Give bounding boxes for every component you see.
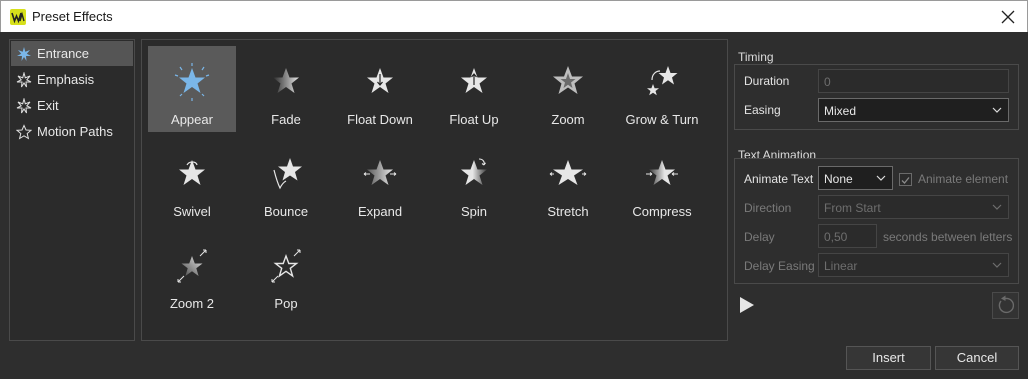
duration-label: Duration xyxy=(744,74,790,88)
expand-star-icon xyxy=(363,160,397,185)
effect-tile-fade[interactable]: Fade xyxy=(242,46,330,132)
stretch-star-icon xyxy=(549,160,587,185)
star-burst-icon xyxy=(17,47,31,61)
reset-preview-button[interactable] xyxy=(992,292,1019,319)
animate-text-label: Animate Text xyxy=(744,172,814,186)
grow-turn-star-icon xyxy=(647,66,678,96)
preset-effects-dialog: Entrance Emphasis Exit Motion Paths Appe… xyxy=(0,32,1028,379)
category-item-emphasis[interactable]: Emphasis xyxy=(11,67,133,92)
play-icon xyxy=(740,297,754,313)
effect-tile-expand[interactable]: Expand xyxy=(336,138,424,224)
delay-input[interactable]: 0,50 xyxy=(818,224,877,248)
timing-group-title: Timing xyxy=(738,50,774,64)
appear-star-icon xyxy=(174,63,210,101)
swivel-star-icon xyxy=(179,160,205,185)
easing-label: Easing xyxy=(744,103,781,117)
chevron-down-icon xyxy=(992,204,1002,210)
close-button[interactable] xyxy=(997,6,1019,28)
effect-tile-float-down[interactable]: Float Down xyxy=(336,46,424,132)
animate-element-label: Animate element xyxy=(918,172,1009,186)
effects-grid: Appear Fade Float Down Float Up Zoom Gro… xyxy=(141,39,728,341)
bounce-star-icon xyxy=(273,158,302,190)
star-outline-icon xyxy=(16,98,32,114)
direction-select[interactable]: From Start xyxy=(818,195,1009,219)
effect-tile-spin[interactable]: Spin xyxy=(430,138,518,224)
delay-easing-label: Delay Easing xyxy=(744,259,815,273)
animate-element-checkbox[interactable] xyxy=(899,173,912,186)
cancel-button[interactable]: Cancel xyxy=(935,346,1019,370)
chevron-down-icon xyxy=(992,107,1002,113)
play-preview-button[interactable] xyxy=(739,296,755,314)
effect-tile-float-up[interactable]: Float Up xyxy=(430,46,518,132)
star-outline-icon xyxy=(16,124,32,140)
pop-star-icon xyxy=(271,249,301,283)
chevron-down-icon xyxy=(876,175,886,181)
insert-button[interactable]: Insert xyxy=(846,346,931,370)
app-logo-icon xyxy=(10,9,26,25)
category-list: Entrance Emphasis Exit Motion Paths xyxy=(9,39,135,341)
title-bar: Preset Effects xyxy=(0,0,1028,32)
delay-label: Delay xyxy=(744,230,775,244)
direction-label: Direction xyxy=(744,201,792,215)
easing-select[interactable]: Mixed xyxy=(818,98,1009,122)
chevron-down-icon xyxy=(992,262,1002,268)
compress-star-icon xyxy=(646,160,678,185)
delay-suffix-label: seconds between letters xyxy=(883,230,1013,244)
effect-tile-appear[interactable]: Appear xyxy=(148,46,236,132)
animate-text-select[interactable]: None xyxy=(818,166,893,190)
category-item-exit[interactable]: Exit xyxy=(11,93,133,118)
zoom2-star-icon xyxy=(177,249,207,283)
delay-easing-select[interactable]: Linear xyxy=(818,253,1009,277)
fade-star-icon xyxy=(273,68,299,93)
checkmark-icon xyxy=(901,177,910,184)
effect-tile-zoom[interactable]: Zoom xyxy=(524,46,612,132)
close-icon xyxy=(1001,10,1015,24)
window-title: Preset Effects xyxy=(32,9,113,24)
category-item-entrance[interactable]: Entrance xyxy=(11,41,133,66)
category-item-motion-paths[interactable]: Motion Paths xyxy=(11,119,133,144)
spin-star-icon xyxy=(461,158,487,185)
effect-tile-grow-turn[interactable]: Grow & Turn xyxy=(618,46,706,132)
zoom-star-icon xyxy=(553,66,583,94)
effect-tile-stretch[interactable]: Stretch xyxy=(524,138,612,224)
effect-tile-pop[interactable]: Pop xyxy=(242,230,330,316)
refresh-icon xyxy=(998,295,1015,314)
float-down-star-icon xyxy=(367,68,393,93)
float-up-star-icon xyxy=(461,68,487,93)
effect-tile-compress[interactable]: Compress xyxy=(618,138,706,224)
effect-tile-bounce[interactable]: Bounce xyxy=(242,138,330,224)
star-outline-icon xyxy=(16,72,32,88)
effect-tile-zoom-2[interactable]: Zoom 2 xyxy=(148,230,236,316)
effect-tile-swivel[interactable]: Swivel xyxy=(148,138,236,224)
duration-input[interactable]: 0 xyxy=(818,69,1009,93)
